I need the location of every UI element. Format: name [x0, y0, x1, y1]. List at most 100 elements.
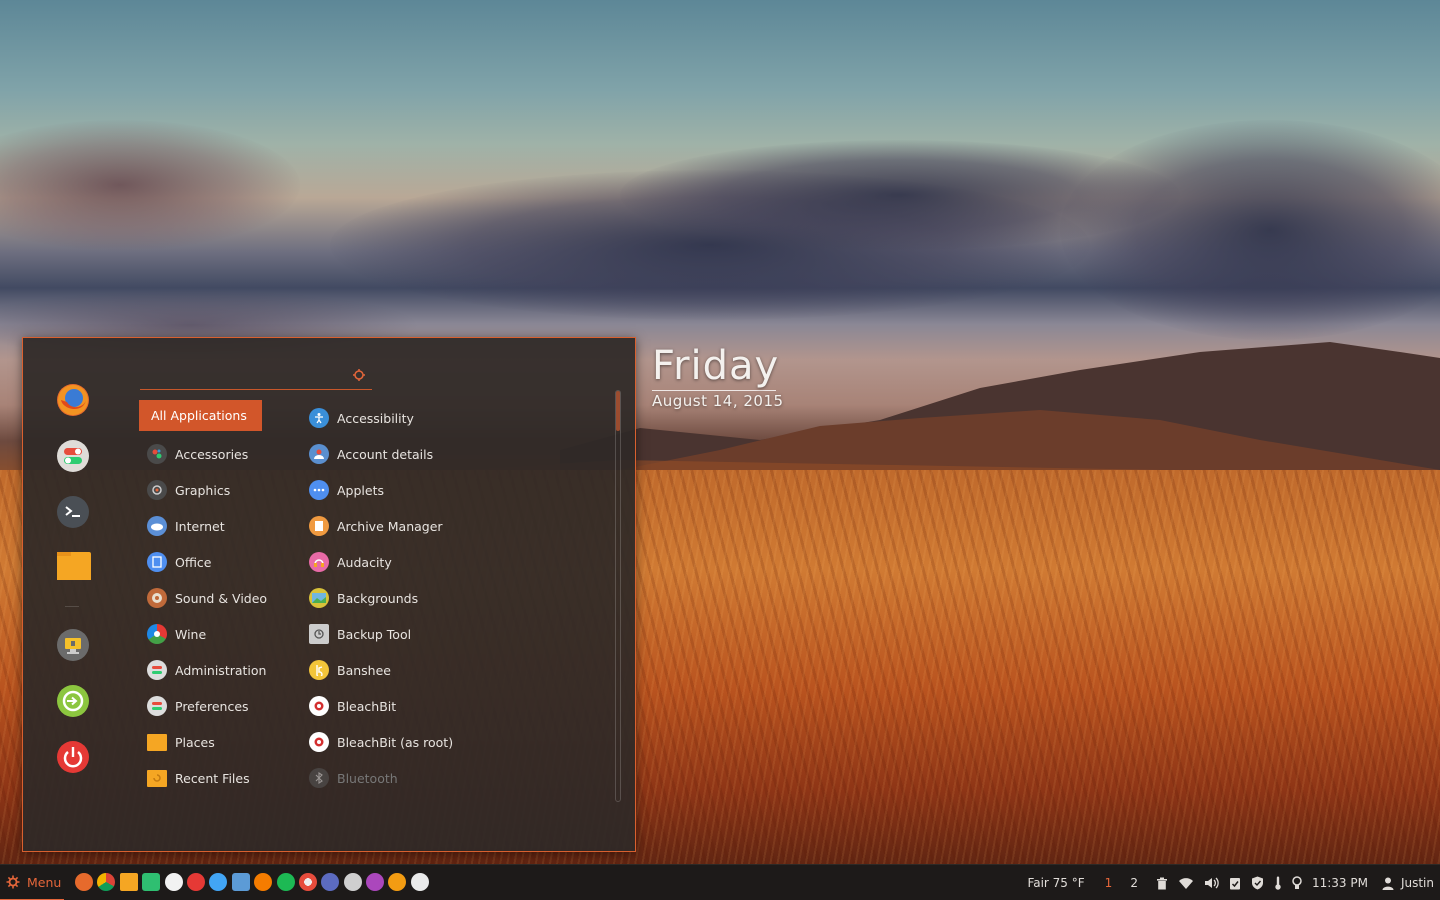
app-bluetooth[interactable]: Bluetooth — [307, 760, 607, 796]
category-label: Internet — [175, 518, 225, 534]
archive-icon — [309, 516, 329, 536]
logout-icon[interactable] — [57, 685, 89, 717]
category-label: Office — [175, 554, 212, 570]
accessibility-icon — [309, 408, 329, 428]
favorites-column — [23, 338, 123, 851]
workspace-2[interactable]: 2 — [1130, 876, 1138, 890]
cloud — [1060, 120, 1440, 340]
category-accessories[interactable]: Accessories — [139, 436, 269, 472]
app-bleachbit-root[interactable]: BleachBit (as root) — [307, 724, 607, 760]
scrollbar-thumb[interactable] — [616, 391, 620, 431]
bottom-panel: Menu Fair 75 °F 1 2 11:33 PM Justin — [0, 864, 1440, 900]
screenshot-launcher-icon[interactable] — [298, 873, 317, 891]
app-bleachbit[interactable]: BleachBit — [307, 688, 607, 724]
category-preferences[interactable]: Preferences — [139, 688, 269, 724]
lightbulb-icon[interactable] — [1292, 876, 1302, 890]
files-launcher-icon[interactable] — [119, 873, 138, 891]
category-sound-video[interactable]: Sound & Video — [139, 580, 269, 616]
category-office[interactable]: Office — [139, 544, 269, 580]
bleachbit-icon — [309, 696, 329, 716]
category-label: Graphics — [175, 482, 231, 498]
vlc-launcher-icon[interactable] — [388, 873, 407, 891]
text-editor-launcher-icon[interactable] — [231, 873, 250, 891]
category-all-applications[interactable]: All Applications — [139, 400, 262, 431]
mail-launcher-icon[interactable] — [410, 873, 429, 891]
pen-tool-launcher-icon[interactable] — [321, 873, 340, 891]
game-launcher-icon[interactable] — [254, 873, 273, 891]
app-account-details[interactable]: Account details — [307, 436, 607, 472]
app-backgrounds[interactable]: Backgrounds — [307, 580, 607, 616]
application-list: Accessibility Account details Applets Ar… — [307, 400, 607, 796]
weather-applet[interactable]: Fair 75 °F — [1009, 876, 1085, 890]
gear-icon — [6, 875, 20, 889]
search-input[interactable] — [140, 366, 340, 388]
chrome-launcher-icon[interactable] — [97, 873, 116, 891]
menu-button[interactable]: Menu — [0, 865, 64, 900]
weather-label: Fair 75 °F — [1027, 876, 1085, 890]
user-applet[interactable]: Justin — [1382, 876, 1434, 890]
app-label: BleachBit — [337, 698, 397, 714]
search-box[interactable] — [140, 366, 372, 390]
app-list-scrollbar[interactable] — [615, 390, 621, 802]
clock[interactable]: 11:33 PM — [1312, 876, 1368, 890]
favorites-separator — [65, 606, 79, 607]
category-administration[interactable]: Administration — [139, 652, 269, 688]
graphics-icon — [147, 480, 167, 500]
banshee-icon — [309, 660, 329, 680]
category-places[interactable]: Places — [139, 724, 269, 760]
app-label: Account details — [337, 446, 434, 462]
category-wine[interactable]: Wine — [139, 616, 269, 652]
settings-toggle-icon[interactable] — [57, 440, 89, 472]
trash-icon[interactable] — [1156, 877, 1168, 890]
app-label: Accessibility — [337, 410, 414, 426]
category-label: Administration — [175, 662, 267, 678]
category-recent-files[interactable]: Recent Files — [139, 760, 269, 796]
terminal-icon[interactable] — [57, 496, 89, 528]
office-icon — [147, 552, 167, 572]
sound-video-icon — [147, 588, 167, 608]
lock-screen-icon[interactable] — [57, 629, 89, 661]
app-audacity[interactable]: Audacity — [307, 544, 607, 580]
media-player-launcher-icon[interactable] — [164, 873, 183, 891]
applets-icon — [309, 480, 329, 500]
app-applets[interactable]: Applets — [307, 472, 607, 508]
app-label: Applets — [337, 482, 384, 498]
recent-folder-icon — [147, 769, 167, 787]
clipboard-check-icon[interactable] — [1229, 876, 1241, 890]
wifi-icon[interactable] — [1178, 877, 1194, 889]
spotify-launcher-icon[interactable] — [276, 873, 295, 891]
category-label: Sound & Video — [175, 590, 268, 606]
app-backup-tool[interactable]: Backup Tool — [307, 616, 607, 652]
app-archive-manager[interactable]: Archive Manager — [307, 508, 607, 544]
category-label: All Applications — [151, 408, 247, 423]
account-icon — [309, 444, 329, 464]
files-folder-icon[interactable] — [57, 552, 91, 580]
bluetooth-icon — [309, 768, 329, 788]
audacity-icon — [309, 552, 329, 572]
system-monitor-launcher-icon[interactable] — [142, 873, 161, 891]
category-label: Places — [175, 734, 215, 750]
firefox-launcher-icon[interactable] — [75, 873, 93, 891]
headphones-launcher-icon[interactable] — [366, 873, 385, 891]
application-menu: All Applications Accessories Graphics In… — [22, 337, 636, 852]
shutdown-icon[interactable] — [57, 741, 89, 773]
network-launcher-icon[interactable] — [209, 873, 228, 891]
menu-button-label: Menu — [27, 874, 62, 890]
app-accessibility[interactable]: Accessibility — [307, 400, 607, 436]
workspace-1[interactable]: 1 — [1105, 876, 1113, 890]
thermometer-icon[interactable] — [1274, 876, 1282, 890]
date-desklet: Friday August 14, 2015 — [652, 344, 784, 410]
shield-icon[interactable] — [1251, 876, 1264, 890]
cloud — [0, 120, 300, 250]
category-graphics[interactable]: Graphics — [139, 472, 269, 508]
category-internet[interactable]: Internet — [139, 508, 269, 544]
firefox-icon[interactable] — [57, 384, 89, 416]
software-manager-launcher-icon[interactable] — [186, 873, 205, 891]
system-tray: Fair 75 °F 1 2 11:33 PM Justin — [999, 865, 1434, 900]
internet-icon — [147, 516, 167, 536]
folder-icon — [147, 733, 167, 751]
app-banshee[interactable]: Banshee — [307, 652, 607, 688]
guitar-launcher-icon[interactable] — [343, 873, 362, 891]
volume-icon[interactable] — [1204, 877, 1219, 889]
search-icon — [353, 369, 365, 381]
